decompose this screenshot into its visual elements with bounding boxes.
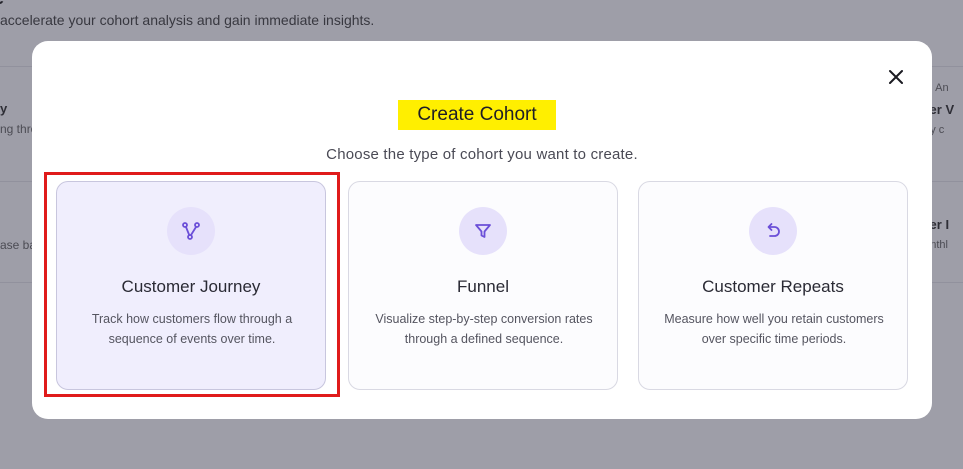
card-description: Measure how well you retain customers ov…	[664, 312, 884, 346]
close-icon	[889, 70, 903, 84]
funnel-card[interactable]: Funnel Visualize step-by-step conversion…	[348, 181, 618, 390]
card-icon-circle	[167, 207, 215, 255]
modal-subtitle: Choose the type of cohort you want to cr…	[326, 146, 638, 163]
card-title: Customer Repeats	[702, 277, 844, 296]
branch-icon	[182, 222, 200, 240]
title-highlight: Create Cohort	[398, 100, 556, 130]
create-cohort-modal: Create Cohort Choose the type of cohort …	[32, 41, 932, 419]
customer-journey-card[interactable]: Customer Journey Track how customers flo…	[56, 181, 326, 390]
card-icon-circle	[459, 207, 507, 255]
card-title: Funnel	[457, 277, 509, 296]
card-description: Track how customers flow through a seque…	[91, 312, 293, 346]
close-button[interactable]	[885, 66, 907, 88]
filter-icon	[475, 224, 491, 238]
undo-icon	[767, 223, 780, 237]
modal-title: Create Cohort	[417, 104, 537, 125]
card-description: Visualize step-by-step conversion rates …	[375, 312, 593, 346]
card-title: Customer Journey	[121, 277, 261, 296]
customer-repeats-card[interactable]: Customer Repeats Measure how well you re…	[638, 181, 908, 390]
card-icon-circle	[749, 207, 797, 255]
